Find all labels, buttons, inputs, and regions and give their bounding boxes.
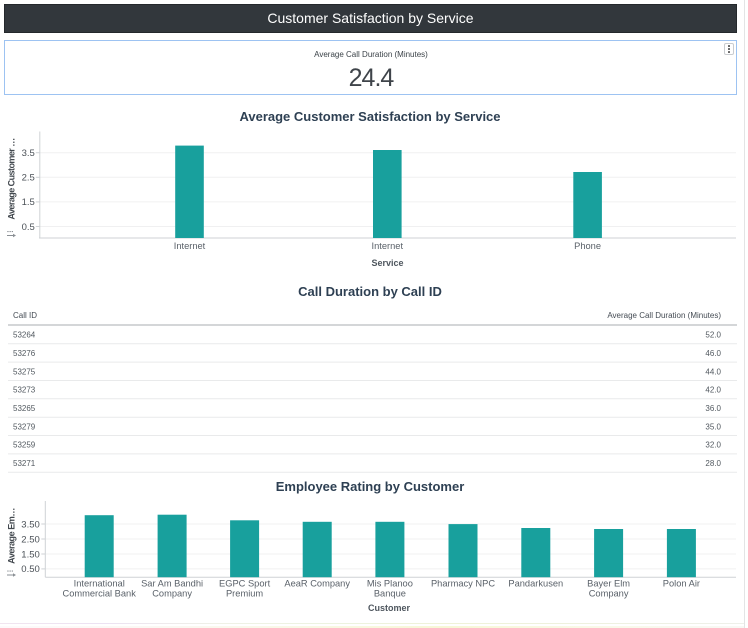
svg-text:53276: 53276	[13, 349, 36, 358]
svg-text:53273: 53273	[13, 386, 36, 395]
svg-text:EGPC Sport: EGPC Sport	[219, 579, 271, 589]
svg-text:Banque: Banque	[374, 589, 406, 599]
svg-text:2.50: 2.50	[21, 534, 40, 545]
svg-text:AeaR Company: AeaR Company	[284, 579, 350, 589]
svg-text:24.4: 24.4	[349, 64, 395, 92]
svg-text:53279: 53279	[13, 422, 36, 431]
svg-text:Service: Service	[371, 258, 403, 268]
svg-text:Average Call Duration (Minutes: Average Call Duration (Minutes)	[607, 311, 721, 320]
svg-text:Phone: Phone	[574, 241, 601, 251]
svg-text:Pandarkusen: Pandarkusen	[508, 579, 563, 589]
svg-text:Commercial Bank: Commercial Bank	[63, 589, 137, 599]
svg-text:44.0: 44.0	[705, 367, 721, 376]
svg-text:Average Em…: Average Em…	[7, 508, 17, 564]
svg-text:35.0: 35.0	[705, 422, 721, 431]
svg-text:Mis Planoo: Mis Planoo	[367, 579, 413, 589]
svg-text:52.0: 52.0	[705, 331, 721, 340]
svg-text:3.5: 3.5	[22, 148, 35, 159]
svg-text:1.5: 1.5	[22, 197, 35, 208]
svg-text:Customer: Customer	[368, 603, 411, 613]
svg-text:53265: 53265	[13, 404, 36, 413]
svg-text:28.0: 28.0	[705, 459, 721, 468]
svg-text:53271: 53271	[13, 459, 36, 468]
svg-text:3.50: 3.50	[21, 519, 40, 530]
svg-text:Call ID: Call ID	[13, 311, 37, 320]
svg-text:Average Customer …: Average Customer …	[7, 138, 17, 219]
svg-text:0.5: 0.5	[22, 222, 35, 233]
svg-text:Sar Am Bandhi: Sar Am Bandhi	[141, 579, 203, 589]
svg-text:53275: 53275	[13, 367, 36, 376]
svg-text:Polon Air: Polon Air	[663, 579, 700, 589]
svg-text:Bayer Elm: Bayer Elm	[587, 579, 630, 589]
svg-text:Internet: Internet	[174, 241, 206, 251]
svg-text:Premium: Premium	[226, 589, 263, 599]
svg-text:Call Duration by Call ID: Call Duration by Call ID	[298, 284, 442, 299]
svg-text:International: International	[74, 579, 125, 589]
svg-text:Average Call Duration (Minutes: Average Call Duration (Minutes)	[314, 50, 428, 59]
svg-text:36.0: 36.0	[705, 404, 721, 413]
svg-text:Company: Company	[589, 589, 629, 599]
svg-text:53259: 53259	[13, 441, 36, 450]
svg-text:Internet: Internet	[372, 241, 404, 251]
svg-text:1.50: 1.50	[21, 549, 40, 560]
svg-text:Employee Rating by Customer: Employee Rating by Customer	[276, 479, 465, 494]
svg-text:42.0: 42.0	[705, 386, 721, 395]
svg-text:46.0: 46.0	[705, 349, 721, 358]
svg-text:Average Customer Satisfaction: Average Customer Satisfaction by Service	[239, 109, 500, 124]
svg-text:0.50: 0.50	[21, 564, 40, 575]
svg-text:Company: Company	[152, 589, 192, 599]
svg-text:2.5: 2.5	[22, 173, 35, 184]
svg-text:53264: 53264	[13, 331, 36, 340]
svg-text:32.0: 32.0	[705, 441, 721, 450]
svg-text:Pharmacy NPC: Pharmacy NPC	[431, 579, 495, 589]
